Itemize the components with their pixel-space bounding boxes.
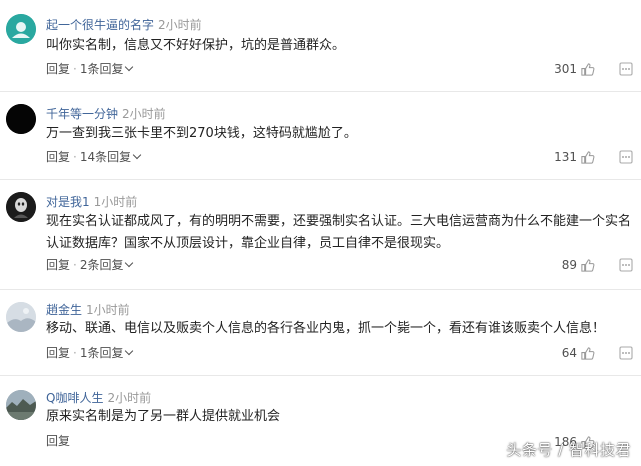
like-count: 89 [561, 258, 577, 272]
username[interactable]: 起一个很牛逼的名字 [46, 18, 154, 32]
view-replies-button[interactable]: 1条回复 [79, 346, 134, 360]
view-replies-button[interactable]: 14条回复 [79, 150, 142, 164]
username[interactable]: Q咖啡人生 [46, 391, 103, 405]
comment-meta: 千年等一分钟 2小时前 [46, 104, 166, 122]
replies-count: 14条回复 [79, 150, 132, 164]
reply-button[interactable]: 回复 [46, 150, 70, 164]
comment-actions: 回复 · 1条回复 [46, 60, 134, 78]
username[interactable]: 趙金生 [46, 303, 82, 317]
like-button[interactable]: 131 [554, 148, 595, 166]
comment-actions: 回复 · 1条回复 [46, 344, 134, 362]
comment-item: 起一个很牛逼的名字 2小时前 叫你实名制，信息又不好好保护，坑的是普通群众。 回复… [0, 0, 641, 92]
like-button[interactable]: 301 [554, 60, 595, 78]
timestamp: 1小时前 [86, 303, 130, 317]
reply-button[interactable]: 回复 [46, 258, 70, 272]
thumbs-up-icon [581, 150, 595, 164]
dark-photo-icon [6, 192, 36, 222]
comment-meta: 对是我1 1小时前 [46, 192, 137, 210]
avatar[interactable] [6, 14, 36, 44]
watermark: 头条号 / 智科技君 [506, 441, 631, 459]
like-count: 131 [554, 150, 577, 164]
like-button[interactable]: 89 [562, 256, 595, 274]
avatar[interactable] [6, 192, 36, 222]
timestamp: 1小时前 [93, 195, 138, 209]
comment-actions: 回复 [46, 432, 70, 450]
timestamp: 2小时前 [158, 18, 202, 32]
like-count: 64 [561, 346, 577, 360]
timestamp: 2小时前 [107, 391, 152, 405]
thumbs-up-icon [581, 62, 595, 76]
avatar[interactable] [6, 104, 36, 134]
comment-actions: 回复 · 14条回复 [46, 148, 142, 166]
more-options-icon[interactable] [619, 258, 633, 272]
reply-button[interactable]: 回复 [46, 62, 70, 76]
thumbs-up-icon [581, 346, 595, 360]
view-replies-button[interactable]: 1条回复 [79, 62, 134, 76]
separator-dot: · [73, 258, 77, 272]
more-options-icon[interactable] [619, 150, 633, 164]
comment-text: 万一查到我三张卡里不到270块钱，这特码就尴尬了。 [46, 126, 357, 141]
comment-meta: Q咖啡人生 2小时前 [46, 388, 151, 406]
thumbs-up-icon [581, 258, 595, 272]
comment-text: 叫你实名制，信息又不好好保护，坑的是普通群众。 [46, 38, 346, 53]
chevron-down-icon [125, 258, 134, 268]
replies-count: 1条回复 [79, 346, 124, 360]
comment-meta: 趙金生 1小时前 [46, 300, 130, 318]
comment-item: 对是我1 1小时前 现在实名认证都成风了，有的明明不需要，还要强制实名认证。三大电… [0, 180, 641, 290]
comment-text: 原来实名制是为了另一群人提供就业机会 [46, 409, 281, 424]
view-replies-button[interactable]: 2条回复 [79, 258, 134, 272]
black-circle-icon [6, 104, 36, 134]
chevron-down-icon [125, 346, 134, 356]
more-options-icon[interactable] [619, 62, 633, 76]
landscape-photo-icon [6, 390, 36, 420]
comment-item: 趙金生 1小时前 移动、联通、电信以及贩卖个人信息的各行各业内鬼，抓一个毙一个，看… [0, 290, 641, 376]
separator-dot: · [73, 346, 77, 360]
comment-text: 现在实名认证都成风了，有的明明不需要，还要强制实名认证。三大电信运营商为什么不能… [46, 214, 632, 251]
more-options-icon[interactable] [619, 346, 633, 360]
avatar[interactable] [6, 390, 36, 420]
like-button[interactable]: 64 [562, 344, 595, 362]
comment-actions: 回复 · 2条回复 [46, 256, 134, 274]
reply-button[interactable]: 回复 [46, 434, 70, 448]
reply-button[interactable]: 回复 [46, 346, 70, 360]
timestamp: 2小时前 [122, 107, 166, 121]
replies-count: 2条回复 [79, 258, 124, 272]
avatar[interactable] [6, 302, 36, 332]
user-silhouette-icon [6, 14, 36, 44]
like-count: 301 [554, 62, 577, 76]
comment-text: 移动、联通、电信以及贩卖个人信息的各行各业内鬼，抓一个毙一个，看还有谁该贩卖个人… [46, 321, 606, 336]
chevron-down-icon [125, 62, 134, 72]
username[interactable]: 千年等一分钟 [46, 107, 118, 121]
username[interactable]: 对是我1 [46, 195, 90, 209]
separator-dot: · [73, 150, 77, 164]
comment-item: 千年等一分钟 2小时前 万一查到我三张卡里不到270块钱，这特码就尴尬了。 回复 ·… [0, 92, 641, 180]
light-photo-icon [6, 302, 36, 332]
replies-count: 1条回复 [79, 62, 124, 76]
chevron-down-icon [132, 150, 142, 160]
separator-dot: · [73, 62, 77, 76]
comment-meta: 起一个很牛逼的名字 2小时前 [46, 15, 202, 33]
